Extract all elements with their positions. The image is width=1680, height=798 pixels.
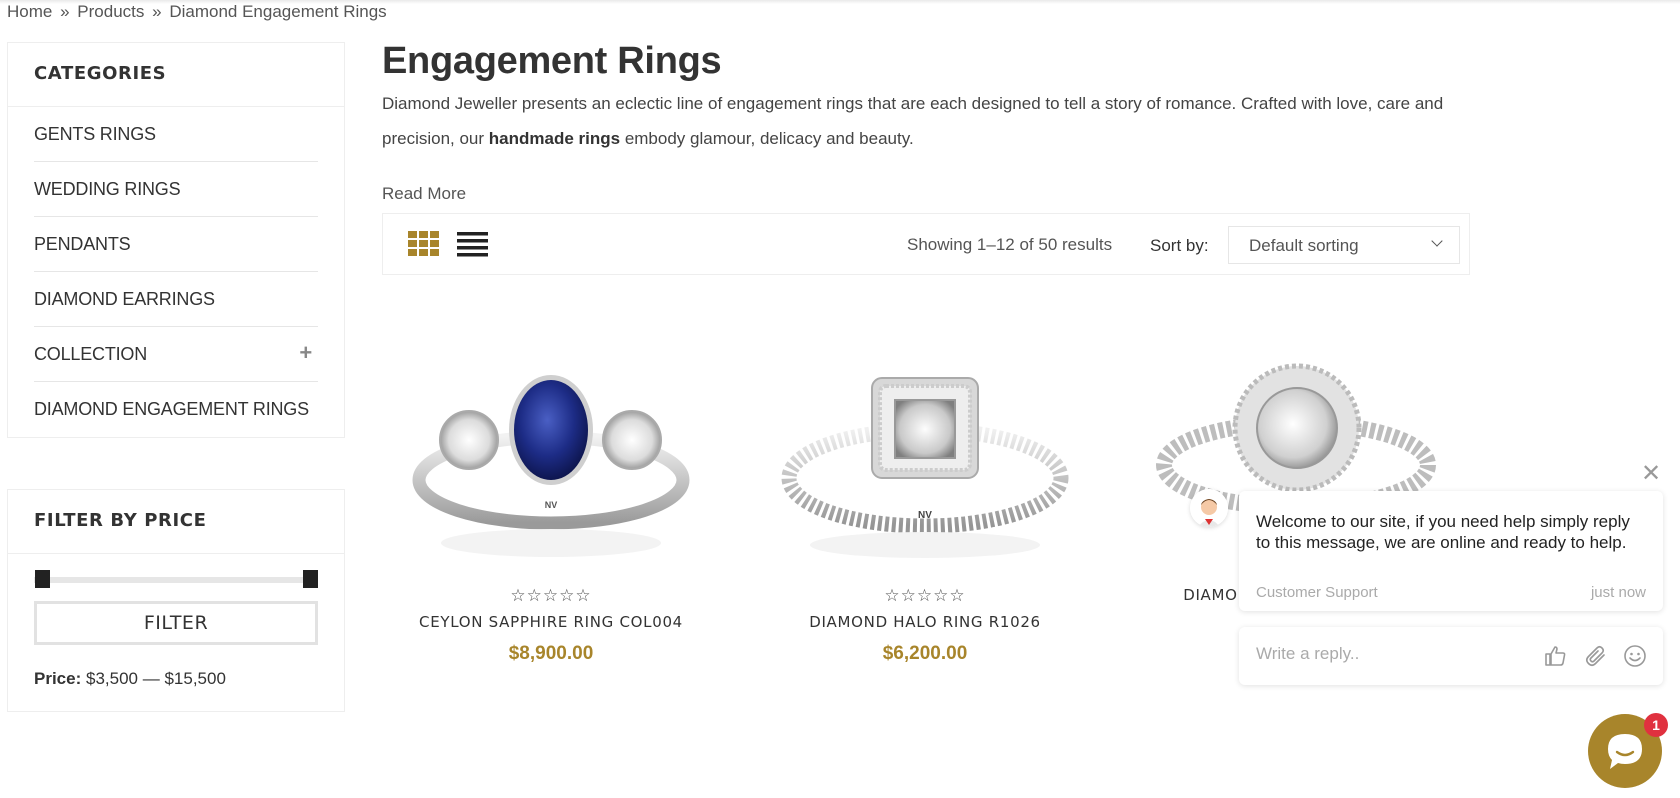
price-label: Price:: [34, 669, 82, 688]
list-view-icon[interactable]: [457, 232, 488, 258]
unread-badge: 1: [1644, 713, 1668, 737]
price-slider-min-handle[interactable]: [35, 570, 50, 588]
price-filter-widget: FILTER BY PRICE FILTER Price: $3,500 — $…: [7, 489, 345, 712]
category-collection-label: COLLECTION: [34, 344, 148, 364]
filter-button[interactable]: FILTER: [34, 601, 318, 645]
category-wedding-rings[interactable]: WEDDING RINGS: [34, 162, 318, 217]
emoji-icon[interactable]: [1623, 644, 1647, 668]
plus-icon[interactable]: +: [299, 340, 312, 366]
rating-stars: ☆☆☆☆☆: [510, 586, 592, 605]
grid-view-icon[interactable]: [408, 231, 440, 257]
price-range-text: Price: $3,500 — $15,500: [34, 669, 226, 689]
product-image[interactable]: NV: [386, 340, 716, 570]
breadcrumb-products-link[interactable]: Products: [77, 2, 144, 21]
rating-stars: ☆☆☆☆☆: [884, 586, 966, 605]
chevron-down-icon: [1431, 235, 1443, 247]
breadcrumb-current: Diamond Engagement Rings: [169, 2, 387, 21]
product-card[interactable]: NV ☆☆☆☆☆ DIAMOND HALO RING R1026 $6,200.…: [760, 340, 1090, 665]
reply-input[interactable]: Write a reply..: [1256, 644, 1359, 664]
chat-timestamp: just now: [1590, 584, 1646, 601]
handmade-rings-link[interactable]: handmade rings: [489, 129, 620, 148]
sort-label: Sort by:: [1150, 236, 1209, 255]
categories-widget: CATEGORIES GENTS RINGS WEDDING RINGS PEN…: [7, 42, 345, 438]
breadcrumb-separator: »: [152, 2, 162, 21]
product-image[interactable]: NV: [760, 340, 1090, 570]
sort-select[interactable]: Default sorting: [1228, 226, 1460, 264]
price-min: $3,500: [85, 669, 138, 688]
category-collection[interactable]: COLLECTION +: [34, 327, 318, 382]
category-diamond-earrings[interactable]: DIAMOND EARRINGS: [34, 272, 318, 327]
close-icon[interactable]: ✕: [1641, 462, 1661, 486]
result-count: Showing 1–12 of 50 results: [907, 235, 1113, 254]
product-price: $8,900.00: [508, 643, 594, 664]
chat-sender: Customer Support: [1256, 584, 1378, 601]
support-avatar: [1190, 489, 1228, 527]
ring-image: NV: [781, 377, 1069, 558]
product-name[interactable]: CEYLON SAPPHIRE RING COL004: [386, 613, 716, 631]
avatar-icon: [1190, 489, 1228, 527]
breadcrumb: Home » Products » Diamond Engagement Rin…: [7, 2, 387, 22]
price-slider-max-handle[interactable]: [303, 570, 318, 588]
category-pendants[interactable]: PENDANTS: [34, 217, 318, 272]
svg-text:NV: NV: [545, 500, 558, 510]
category-gents-rings[interactable]: GENTS RINGS: [34, 107, 318, 162]
breadcrumb-separator: »: [60, 2, 70, 21]
description-text-end: embody glamour, delicacy and beauty.: [620, 129, 914, 148]
product-name[interactable]: DIAMOND HALO RING R1026: [760, 613, 1090, 631]
filter-title: FILTER BY PRICE: [8, 490, 344, 554]
price-dash: —: [142, 669, 160, 688]
shop-toolbar: Showing 1–12 of 50 results Sort by: Defa…: [382, 213, 1470, 275]
breadcrumb-home-link[interactable]: Home: [7, 2, 52, 21]
page-title: Engagement Rings: [382, 40, 722, 82]
category-description: Diamond Jeweller presents an eclectic li…: [382, 86, 1462, 156]
read-more-link[interactable]: Read More: [382, 184, 466, 204]
svg-text:NV: NV: [918, 510, 932, 521]
chat-message-text: Welcome to our site, if you need help si…: [1256, 512, 1630, 552]
thumbs-up-icon[interactable]: [1544, 644, 1568, 668]
chat-reply-box[interactable]: Write a reply..: [1239, 627, 1663, 685]
category-diamond-engagement-rings[interactable]: DIAMOND ENGAGEMENT RINGS: [34, 382, 318, 437]
category-list: GENTS RINGS WEDDING RINGS PENDANTS DIAMO…: [8, 107, 344, 437]
product-price: $6,200.00: [882, 643, 968, 664]
ring-image: NV: [412, 375, 690, 557]
attachment-icon[interactable]: [1584, 644, 1608, 668]
price-slider-track[interactable]: [34, 577, 318, 583]
chat-message-bubble: Welcome to our site, if you need help si…: [1239, 491, 1663, 611]
product-card[interactable]: NV ☆☆☆☆☆ CEYLON SAPPHIRE RING COL004 $8,…: [386, 340, 716, 665]
sort-select-value: Default sorting: [1249, 236, 1359, 255]
price-max: $15,500: [164, 669, 226, 688]
categories-title: CATEGORIES: [8, 43, 344, 107]
